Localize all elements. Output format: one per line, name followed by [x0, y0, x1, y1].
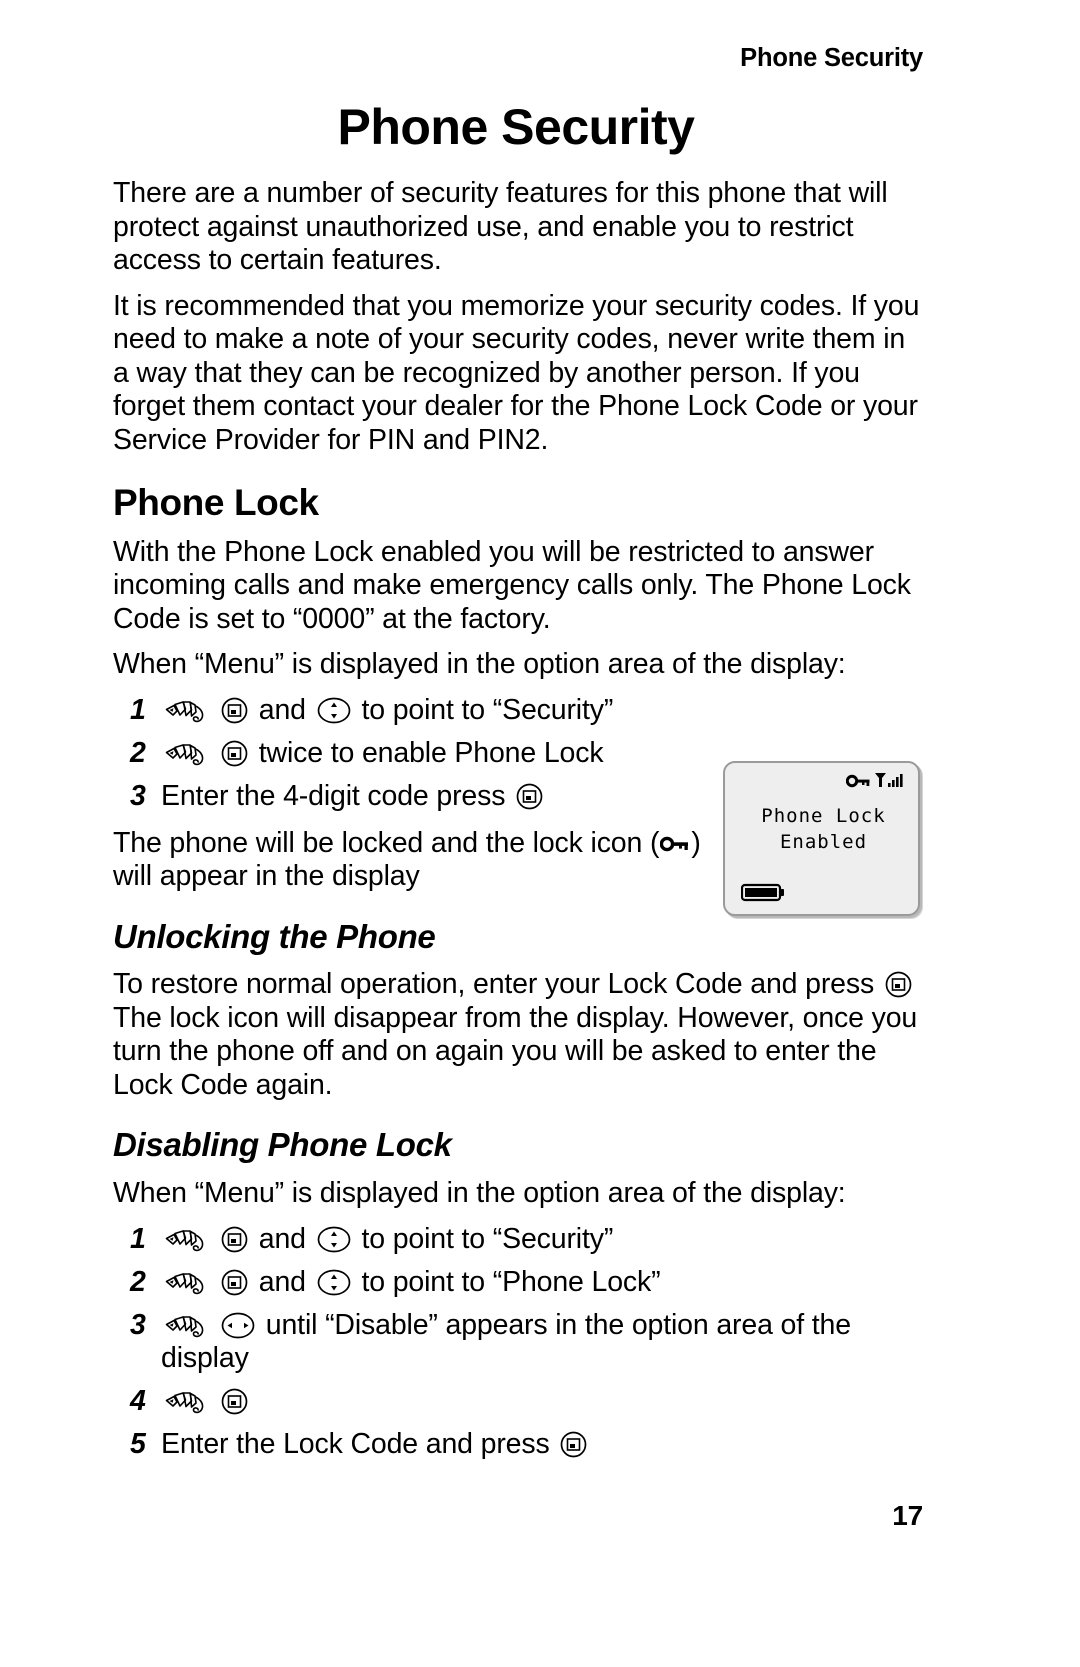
phone-display-figure: Phone Lock Enabled — [723, 761, 920, 916]
list-item: 1 and to point to “Security” — [113, 1223, 925, 1256]
list-item: 3 until “Disable” appears in the option … — [113, 1309, 925, 1375]
disabling-steps-lead-in: When “Menu” is displayed in the option a… — [113, 1177, 846, 1210]
step-number: 1 — [130, 693, 146, 726]
list-item: 4 — [113, 1385, 925, 1418]
page-title: Phone Security — [337, 99, 696, 155]
subsection-heading-disabling: Disabling Phone Lock — [113, 1126, 452, 1164]
step-body: Enter the Lock Code and press — [161, 1428, 590, 1460]
phone-display-line-2: Enabled — [779, 831, 868, 853]
intro-paragraph-1: There are a number of security features … — [113, 177, 888, 276]
select-key-icon — [560, 1431, 587, 1458]
select-key-icon — [221, 697, 248, 724]
list-item: 1 and to point to “Security” — [113, 694, 925, 727]
step-number: 3 — [130, 1308, 146, 1341]
nav-updown-key-icon — [317, 1226, 351, 1253]
unlocking-paragraph: To restore normal operation, enter your … — [113, 968, 925, 1102]
step-body: Enter the 4-digit code press — [161, 780, 546, 812]
select-key-icon — [221, 740, 248, 767]
step-text: to point to “Security” — [361, 1222, 614, 1255]
step-body: and to point to “Security” — [161, 1223, 613, 1255]
step-conjunction: and — [258, 693, 306, 726]
subsection-heading-unlocking: Unlocking the Phone — [113, 917, 436, 955]
lock-icon-note: The phone will be locked and the lock ic… — [113, 827, 713, 894]
hand-icon — [163, 1271, 209, 1297]
list-item: 2 and to point to “Phone Lock” — [113, 1266, 925, 1299]
select-key-icon — [885, 971, 912, 998]
step-number: 5 — [130, 1427, 146, 1460]
hand-icon — [163, 1314, 209, 1340]
step-text: Enter the 4-digit code press — [161, 779, 506, 812]
step-body: and to point to “Security” — [161, 694, 613, 726]
page-number: 17 — [892, 1500, 923, 1531]
battery-icon — [740, 883, 785, 902]
disabling-step-list: 1 and to point to “Security” 2 and to po… — [113, 1223, 925, 1461]
select-key-icon — [221, 1388, 248, 1415]
nav-updown-key-icon — [317, 1269, 351, 1296]
unlocking-text-after: The lock icon will disappear from the di… — [113, 1001, 918, 1101]
select-key-icon — [221, 1226, 248, 1253]
step-text: until “Disable” appears in the option ar… — [161, 1308, 851, 1374]
step-number: 2 — [130, 1265, 146, 1298]
phone-status-bar — [845, 769, 906, 789]
nav-updown-key-icon — [317, 697, 351, 724]
phone-display-line-1: Phone Lock — [761, 805, 886, 827]
step-number: 4 — [130, 1384, 146, 1417]
step-conjunction: and — [258, 1265, 306, 1298]
select-key-icon — [221, 1269, 248, 1296]
select-key-icon — [516, 783, 543, 810]
phone-screen: Phone Lock Enabled — [723, 761, 920, 916]
phone-lock-paragraph: With the Phone Lock enabled you will be … — [113, 535, 911, 635]
section-heading-phone-lock: Phone Lock — [113, 482, 319, 523]
step-body: until “Disable” appears in the option ar… — [161, 1309, 851, 1374]
running-header: Phone Security — [740, 44, 923, 72]
step-body — [161, 1385, 251, 1417]
step-text: to point to “Security” — [361, 693, 614, 726]
hand-icon — [163, 742, 209, 768]
manual-page: Phone Security Phone Security There are … — [0, 0, 1080, 1667]
step-number: 3 — [130, 779, 146, 812]
step-text: twice to enable Phone Lock — [258, 736, 604, 769]
hand-icon — [163, 1228, 209, 1254]
nav-leftright-key-icon — [221, 1312, 255, 1339]
list-item: 5 Enter the Lock Code and press — [113, 1428, 925, 1461]
signal-strength-icon — [874, 771, 906, 789]
hand-icon — [163, 699, 209, 725]
step-number: 2 — [130, 736, 146, 769]
unlocking-text-before: To restore normal operation, enter your … — [113, 968, 875, 1001]
hand-icon — [163, 1390, 209, 1416]
phone-lock-steps-lead-in: When “Menu” is displayed in the option a… — [113, 648, 846, 681]
step-text: Enter the Lock Code and press — [161, 1427, 550, 1460]
lock-icon — [845, 773, 871, 789]
lock-icon — [660, 835, 690, 853]
step-body: twice to enable Phone Lock — [161, 736, 604, 769]
step-conjunction: and — [258, 1222, 306, 1255]
intro-paragraph-2: It is recommended that you memorize your… — [113, 289, 920, 456]
lock-note-before: The phone will be locked and the lock ic… — [113, 826, 660, 859]
step-text: to point to “Phone Lock” — [361, 1265, 661, 1298]
step-number: 1 — [130, 1222, 146, 1255]
step-body: and to point to “Phone Lock” — [161, 1265, 661, 1298]
